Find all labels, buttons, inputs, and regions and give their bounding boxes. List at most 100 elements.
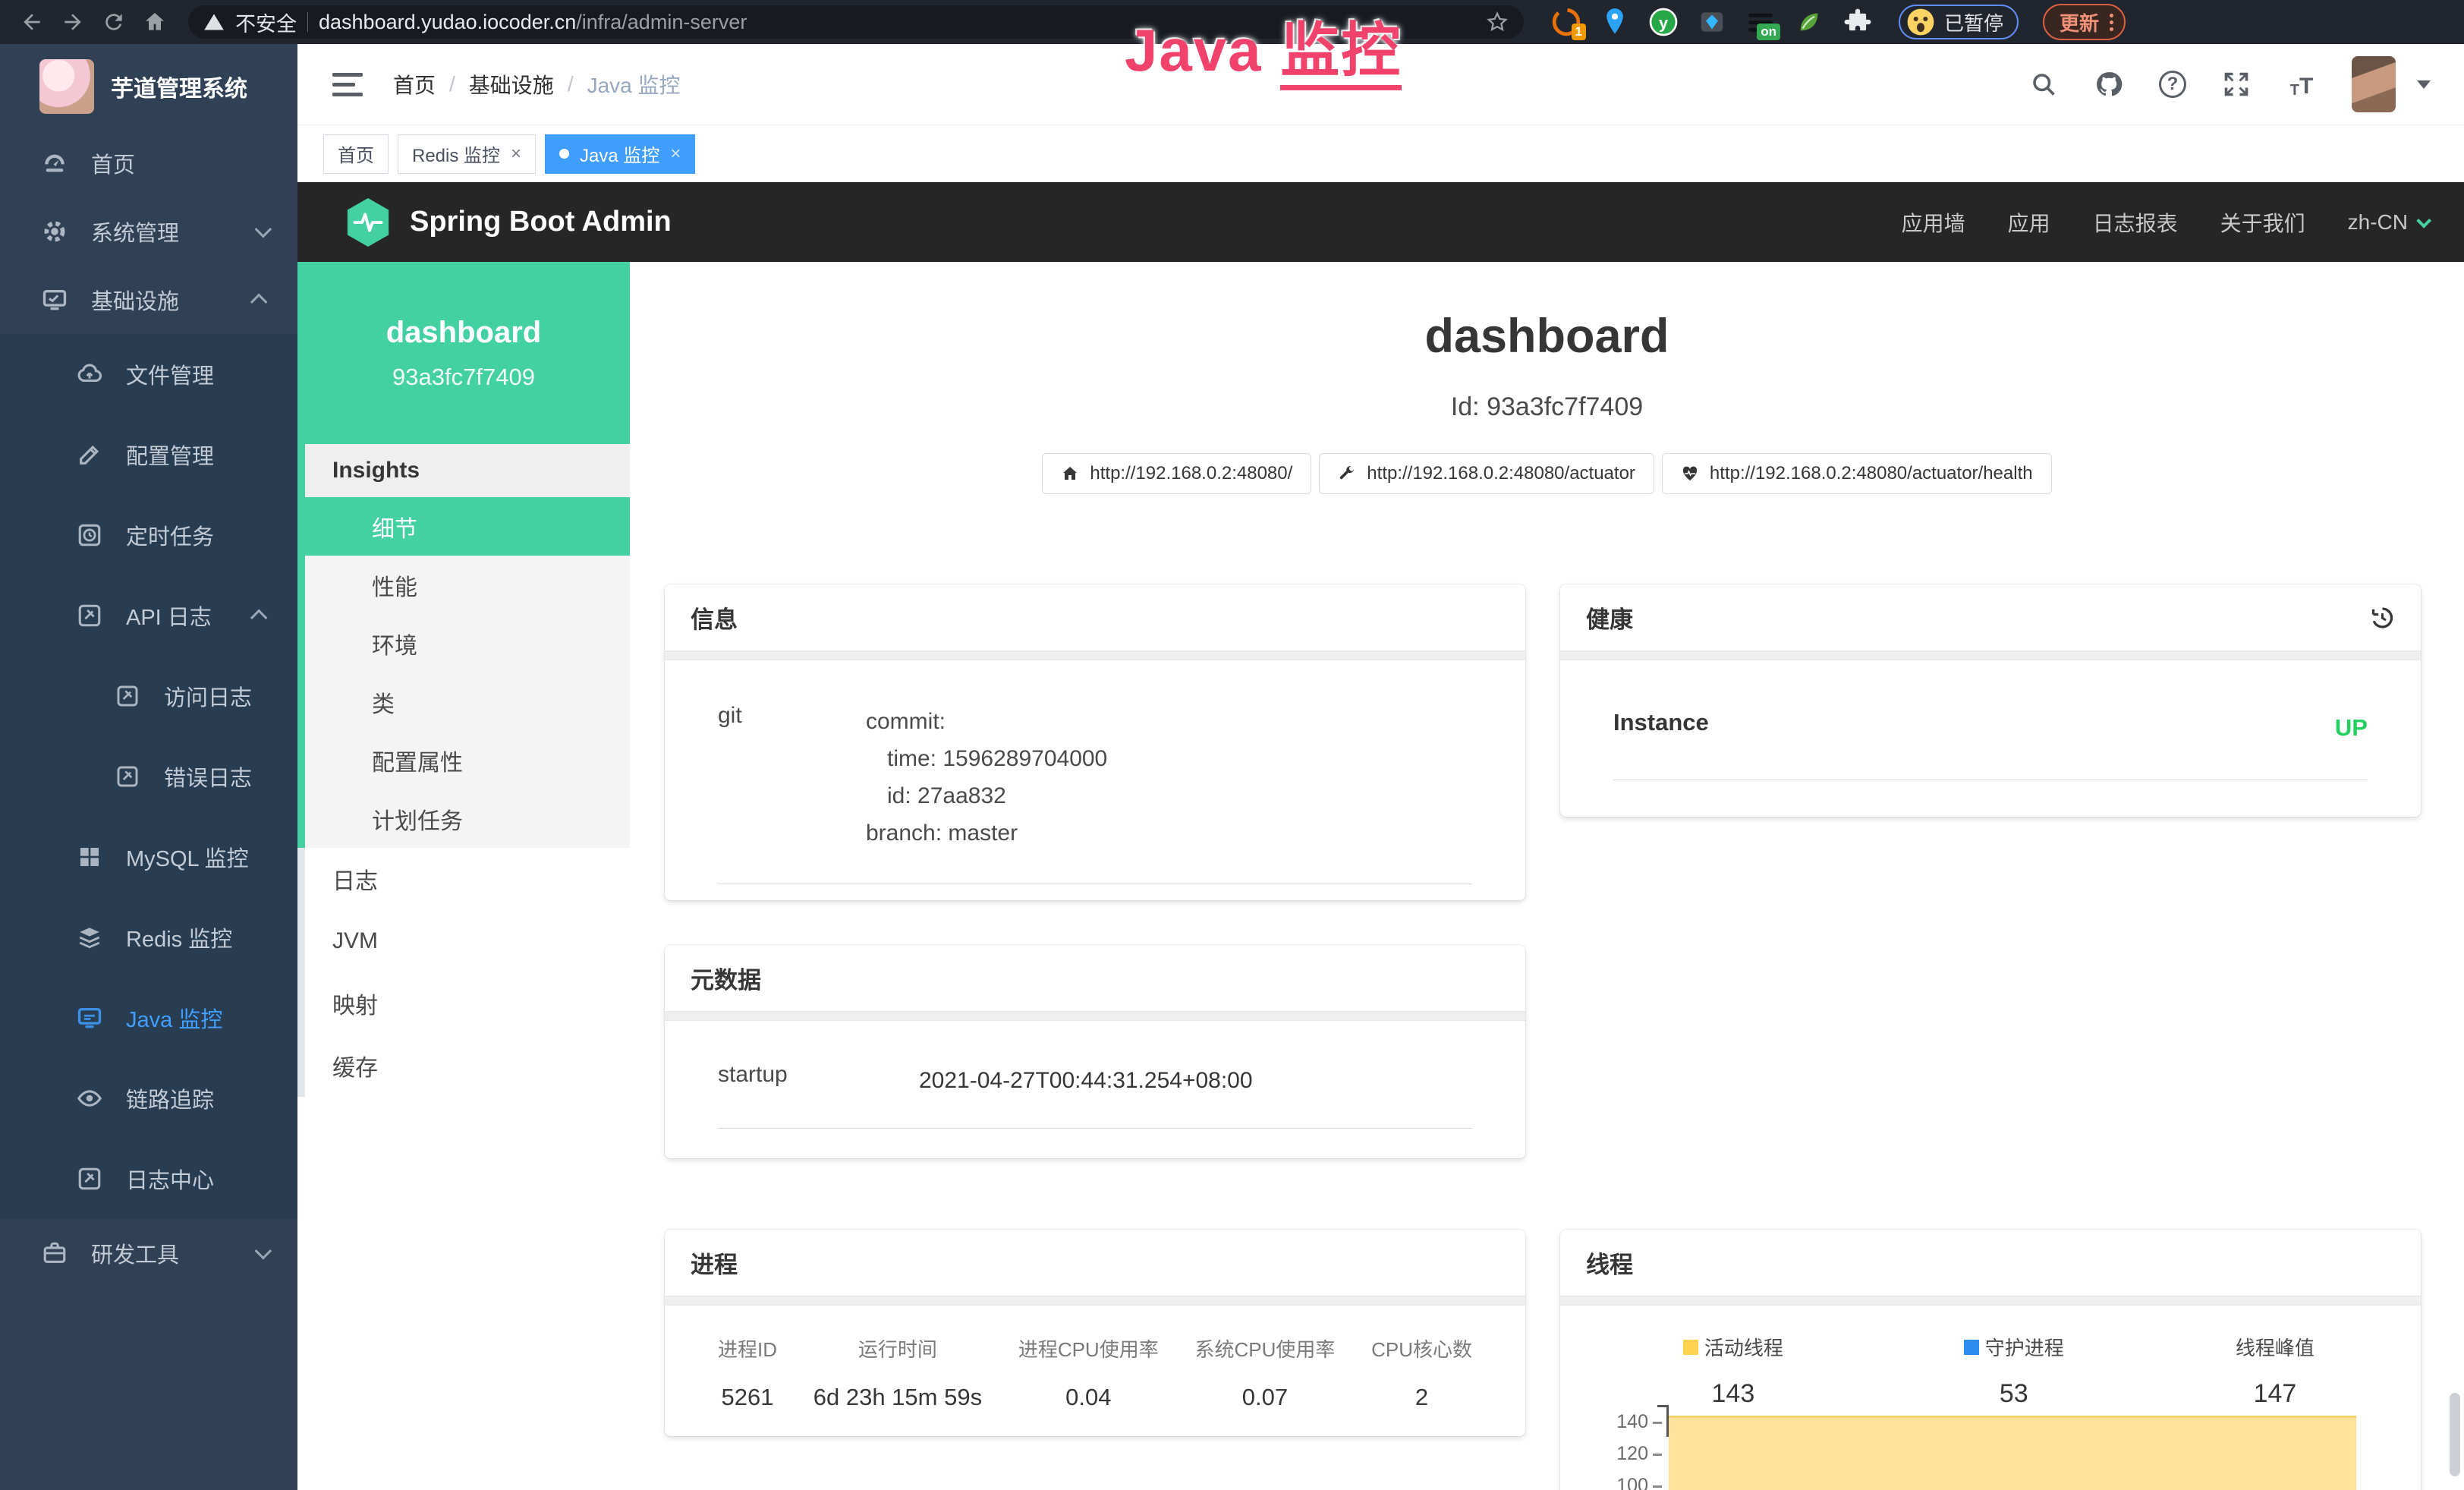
tab-java-monitor[interactable]: Java 监控 × <box>545 134 695 174</box>
breadcrumb-infrastructure[interactable]: 基础设施 <box>469 69 554 99</box>
url-separator <box>307 12 308 32</box>
sba-nav-wall[interactable]: 应用墙 <box>1902 207 1965 238</box>
chevron-up-icon <box>250 294 268 311</box>
help-icon[interactable]: ? <box>2159 71 2186 98</box>
security-warning-icon[interactable] <box>203 11 225 33</box>
legend-blue-square <box>1964 1340 1979 1355</box>
sba-item-caches[interactable]: 缓存 <box>297 1035 630 1097</box>
sba-language-select[interactable]: zh-CN <box>2348 210 2428 235</box>
sba-instance-header[interactable]: dashboard 93a3fc7f7409 <box>297 262 630 444</box>
sidebar-item-redis-monitor[interactable]: Redis 监控 <box>0 897 297 978</box>
monitor-icon <box>41 287 68 313</box>
threads-chart: 140 120 100 <box>1560 1416 2421 1490</box>
group-accent-strip <box>297 444 305 848</box>
gem-extension-icon[interactable] <box>1697 7 1727 37</box>
live-threads-area-series <box>1669 1416 2356 1490</box>
sidebar-item-home[interactable]: 首页 <box>0 129 297 197</box>
puzzle-extensions-icon[interactable] <box>1842 7 1873 37</box>
list-on-extension-icon[interactable]: on <box>1745 7 1776 37</box>
sba-item-logs[interactable]: 日志 <box>297 848 630 910</box>
github-icon[interactable] <box>2094 69 2124 99</box>
forward-icon[interactable] <box>56 5 90 39</box>
sidebar-item-access-log[interactable]: 访问日志 <box>0 656 297 736</box>
sba-item-jvm[interactable]: JVM <box>297 910 630 972</box>
log-edit-icon <box>114 764 141 789</box>
back-icon[interactable] <box>15 5 49 39</box>
health-card-title: 健康 <box>1586 600 1633 635</box>
update-label: 更新 <box>2060 8 2099 36</box>
bookmark-star-icon[interactable] <box>1486 11 1509 33</box>
sidebar-item-dev-tools[interactable]: 研发工具 <box>0 1219 297 1287</box>
info-card-title: 信息 <box>665 584 1525 651</box>
sba-content: dashboard Id: 93a3fc7f7409 http://192.16… <box>630 262 2464 1490</box>
gauge-icon <box>41 150 68 176</box>
sba-item-environment[interactable]: 环境 <box>297 614 630 673</box>
breadcrumb-separator: / <box>449 72 455 96</box>
sba-body: dashboard 93a3fc7f7409 Insights 细节 性能 环境… <box>297 262 2464 1490</box>
eye-icon <box>76 1085 103 1111</box>
process-col-sys-cpu: 系统CPU使用率0.07 <box>1194 1334 1335 1411</box>
service-url-button[interactable]: http://192.168.0.2:48080/ <box>1042 453 1311 494</box>
sidebar-item-tracing[interactable]: 链路追踪 <box>0 1058 297 1139</box>
y-extension-icon[interactable]: y <box>1648 7 1679 37</box>
status-badge: UP <box>2335 709 2368 746</box>
sba-item-mappings[interactable]: 映射 <box>297 972 630 1035</box>
history-icon[interactable] <box>2368 604 2395 632</box>
leaf-extension-icon[interactable] <box>1794 7 1824 37</box>
sidebar-item-file-management[interactable]: 文件管理 <box>0 334 297 414</box>
sba-nav-about[interactable]: 关于我们 <box>2220 207 2305 238</box>
pin-extension-icon[interactable] <box>1600 7 1630 37</box>
wrench-icon <box>1338 465 1356 483</box>
app-logo-image <box>39 59 94 114</box>
fullscreen-icon[interactable] <box>2221 69 2252 99</box>
log-edit-icon <box>76 603 103 628</box>
sidebar-item-mysql-monitor[interactable]: MySQL 监控 <box>0 817 297 897</box>
stat-daemon-threads: 守护进程 53 <box>1883 1333 2145 1409</box>
actuator-url-button[interactable]: http://192.168.0.2:48080/actuator <box>1319 453 1654 494</box>
page-scrollbar-thumb[interactable] <box>2450 1393 2460 1476</box>
update-button[interactable]: 更新 <box>2043 4 2126 40</box>
breadcrumb-home[interactable]: 首页 <box>393 69 436 99</box>
sidebar-item-system[interactable]: 系统管理 <box>0 197 297 266</box>
health-url-button[interactable]: http://192.168.0.2:48080/actuator/health <box>1662 453 2052 494</box>
close-icon[interactable]: × <box>670 145 681 163</box>
sidebar-item-scheduled-jobs[interactable]: 定时任务 <box>0 495 297 575</box>
sba-item-scheduled-tasks[interactable]: 计划任务 <box>297 789 630 848</box>
home-nav-icon[interactable] <box>138 5 172 39</box>
profile-paused-chip[interactable]: 已暂停 <box>1899 5 2019 39</box>
search-icon[interactable] <box>2028 69 2059 99</box>
avatar[interactable] <box>2352 56 2396 112</box>
sidebar-item-api-log[interactable]: API 日志 <box>0 575 297 656</box>
group-strip <box>297 848 305 1097</box>
avatar-caret-icon[interactable] <box>2417 80 2431 89</box>
sba-nav-journal[interactable]: 日志报表 <box>2093 207 2178 238</box>
sba-item-config-props[interactable]: 配置属性 <box>297 731 630 789</box>
adblock-extension-icon[interactable]: 1 <box>1551 7 1581 37</box>
sba-nav-applications[interactable]: 应用 <box>2008 207 2050 238</box>
app-logo[interactable]: 芋道管理系统 <box>0 44 297 129</box>
timer-icon <box>76 522 103 548</box>
sba-logo-icon <box>345 197 392 248</box>
sba-app-id: 93a3fc7f7409 <box>392 364 535 391</box>
handwritten-annotation: Java 监控 <box>1125 3 1402 88</box>
close-icon[interactable]: × <box>511 145 521 163</box>
sidebar-item-log-center[interactable]: 日志中心 <box>0 1139 297 1219</box>
sba-item-details[interactable]: 细节 <box>297 497 630 556</box>
edit-icon <box>76 442 103 468</box>
sba-item-metrics[interactable]: 性能 <box>297 556 630 614</box>
tab-home[interactable]: 首页 <box>323 134 389 174</box>
sidebar-item-error-log[interactable]: 错误日志 <box>0 736 297 817</box>
insights-group: Insights 细节 性能 环境 类 配置属性 计划任务 <box>297 444 630 848</box>
sidebar-item-config-management[interactable]: 配置管理 <box>0 414 297 495</box>
collapse-sidebar-icon[interactable] <box>325 65 370 104</box>
browser-menu-icon[interactable] <box>2110 14 2113 31</box>
root-group: 日志 JVM 映射 缓存 <box>297 848 630 1097</box>
sidebar-item-infrastructure[interactable]: 基础设施 <box>0 266 297 334</box>
sba-brand[interactable]: Spring Boot Admin <box>345 197 672 248</box>
reload-icon[interactable] <box>97 5 131 39</box>
sba-item-classes[interactable]: 类 <box>297 673 630 731</box>
stat-live-threads: 活动线程 143 <box>1583 1333 1883 1409</box>
font-size-icon[interactable]: TT <box>2286 69 2317 99</box>
sidebar-item-java-monitor[interactable]: Java 监控 <box>0 978 297 1058</box>
tab-redis-monitor[interactable]: Redis 监控 × <box>398 134 536 174</box>
